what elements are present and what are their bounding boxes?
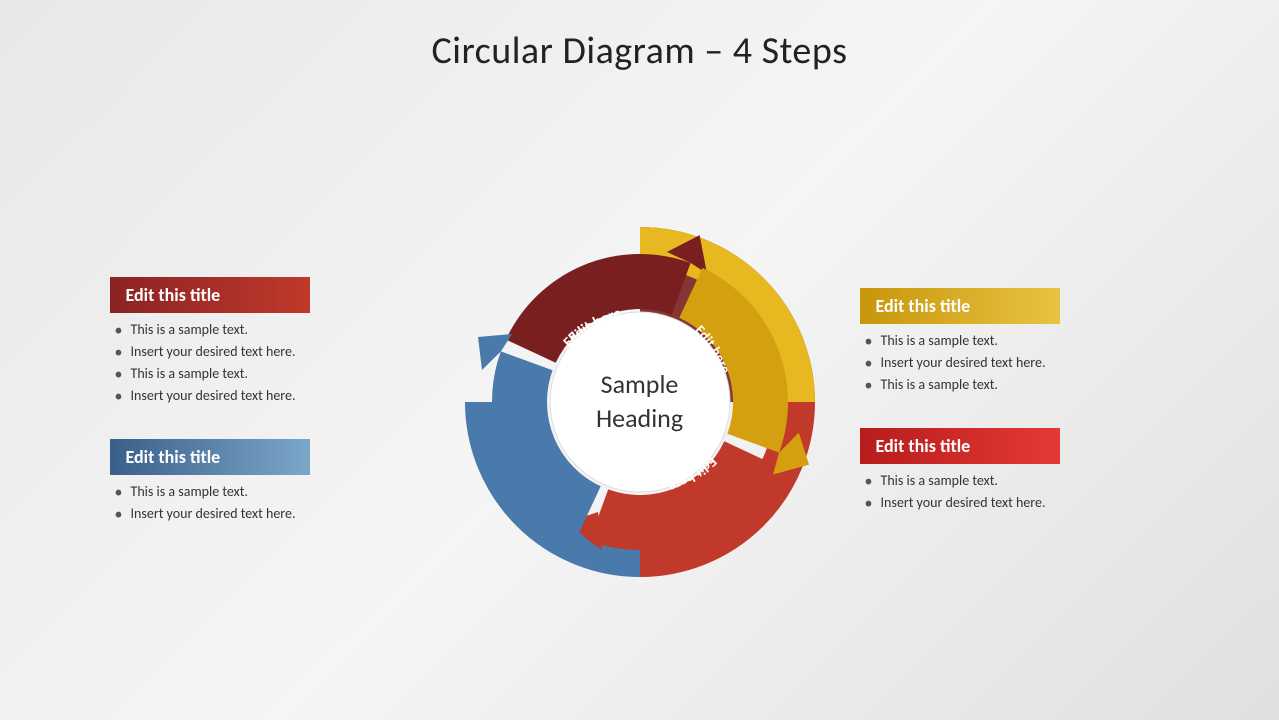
page-title[interactable]: Circular Diagram – 4 Steps <box>432 28 848 74</box>
panel-top-right-title[interactable]: Edit this title <box>860 288 1060 324</box>
panel-bottom-right-bullets: This is a sample text. Insert your desir… <box>860 472 1170 511</box>
panel-top-left: Edit this title This is a sample text. I… <box>110 277 420 409</box>
circular-diagram: Edit here Edit here Edit here Edit here <box>450 192 830 612</box>
list-item: This is a sample text. <box>865 472 1170 489</box>
list-item: Insert your desired text here. <box>865 354 1170 371</box>
panel-top-left-title[interactable]: Edit this title <box>110 277 310 313</box>
panel-top-left-bullets: This is a sample text. Insert your desir… <box>110 321 420 404</box>
list-item: This is a sample text. <box>115 365 420 382</box>
list-item: This is a sample text. <box>115 483 420 500</box>
list-item: Insert your desired text here. <box>865 494 1170 511</box>
list-item: Insert your desired text here. <box>115 505 420 522</box>
list-item: This is a sample text. <box>865 332 1170 349</box>
left-panels: Edit this title This is a sample text. I… <box>110 277 420 527</box>
content-area: Edit this title This is a sample text. I… <box>0 84 1279 720</box>
panel-bottom-right-title[interactable]: Edit this title <box>860 428 1060 464</box>
panel-top-right-bullets: This is a sample text. Insert your desir… <box>860 332 1170 393</box>
slide: Circular Diagram – 4 Steps Edit this tit… <box>0 0 1279 720</box>
panel-bottom-left-bullets: This is a sample text. Insert your desir… <box>110 483 420 522</box>
list-item: Insert your desired text here. <box>115 343 420 360</box>
panel-bottom-left-title[interactable]: Edit this title <box>110 439 310 475</box>
list-item: Insert your desired text here. <box>115 387 420 404</box>
panel-top-right: Edit this title This is a sample text. I… <box>860 288 1170 398</box>
panel-bottom-right: Edit this title This is a sample text. I… <box>860 428 1170 516</box>
list-item: This is a sample text. <box>865 376 1170 393</box>
right-panels: Edit this title This is a sample text. I… <box>860 288 1170 516</box>
list-item: This is a sample text. <box>115 321 420 338</box>
panel-bottom-left: Edit this title This is a sample text. I… <box>110 439 420 527</box>
